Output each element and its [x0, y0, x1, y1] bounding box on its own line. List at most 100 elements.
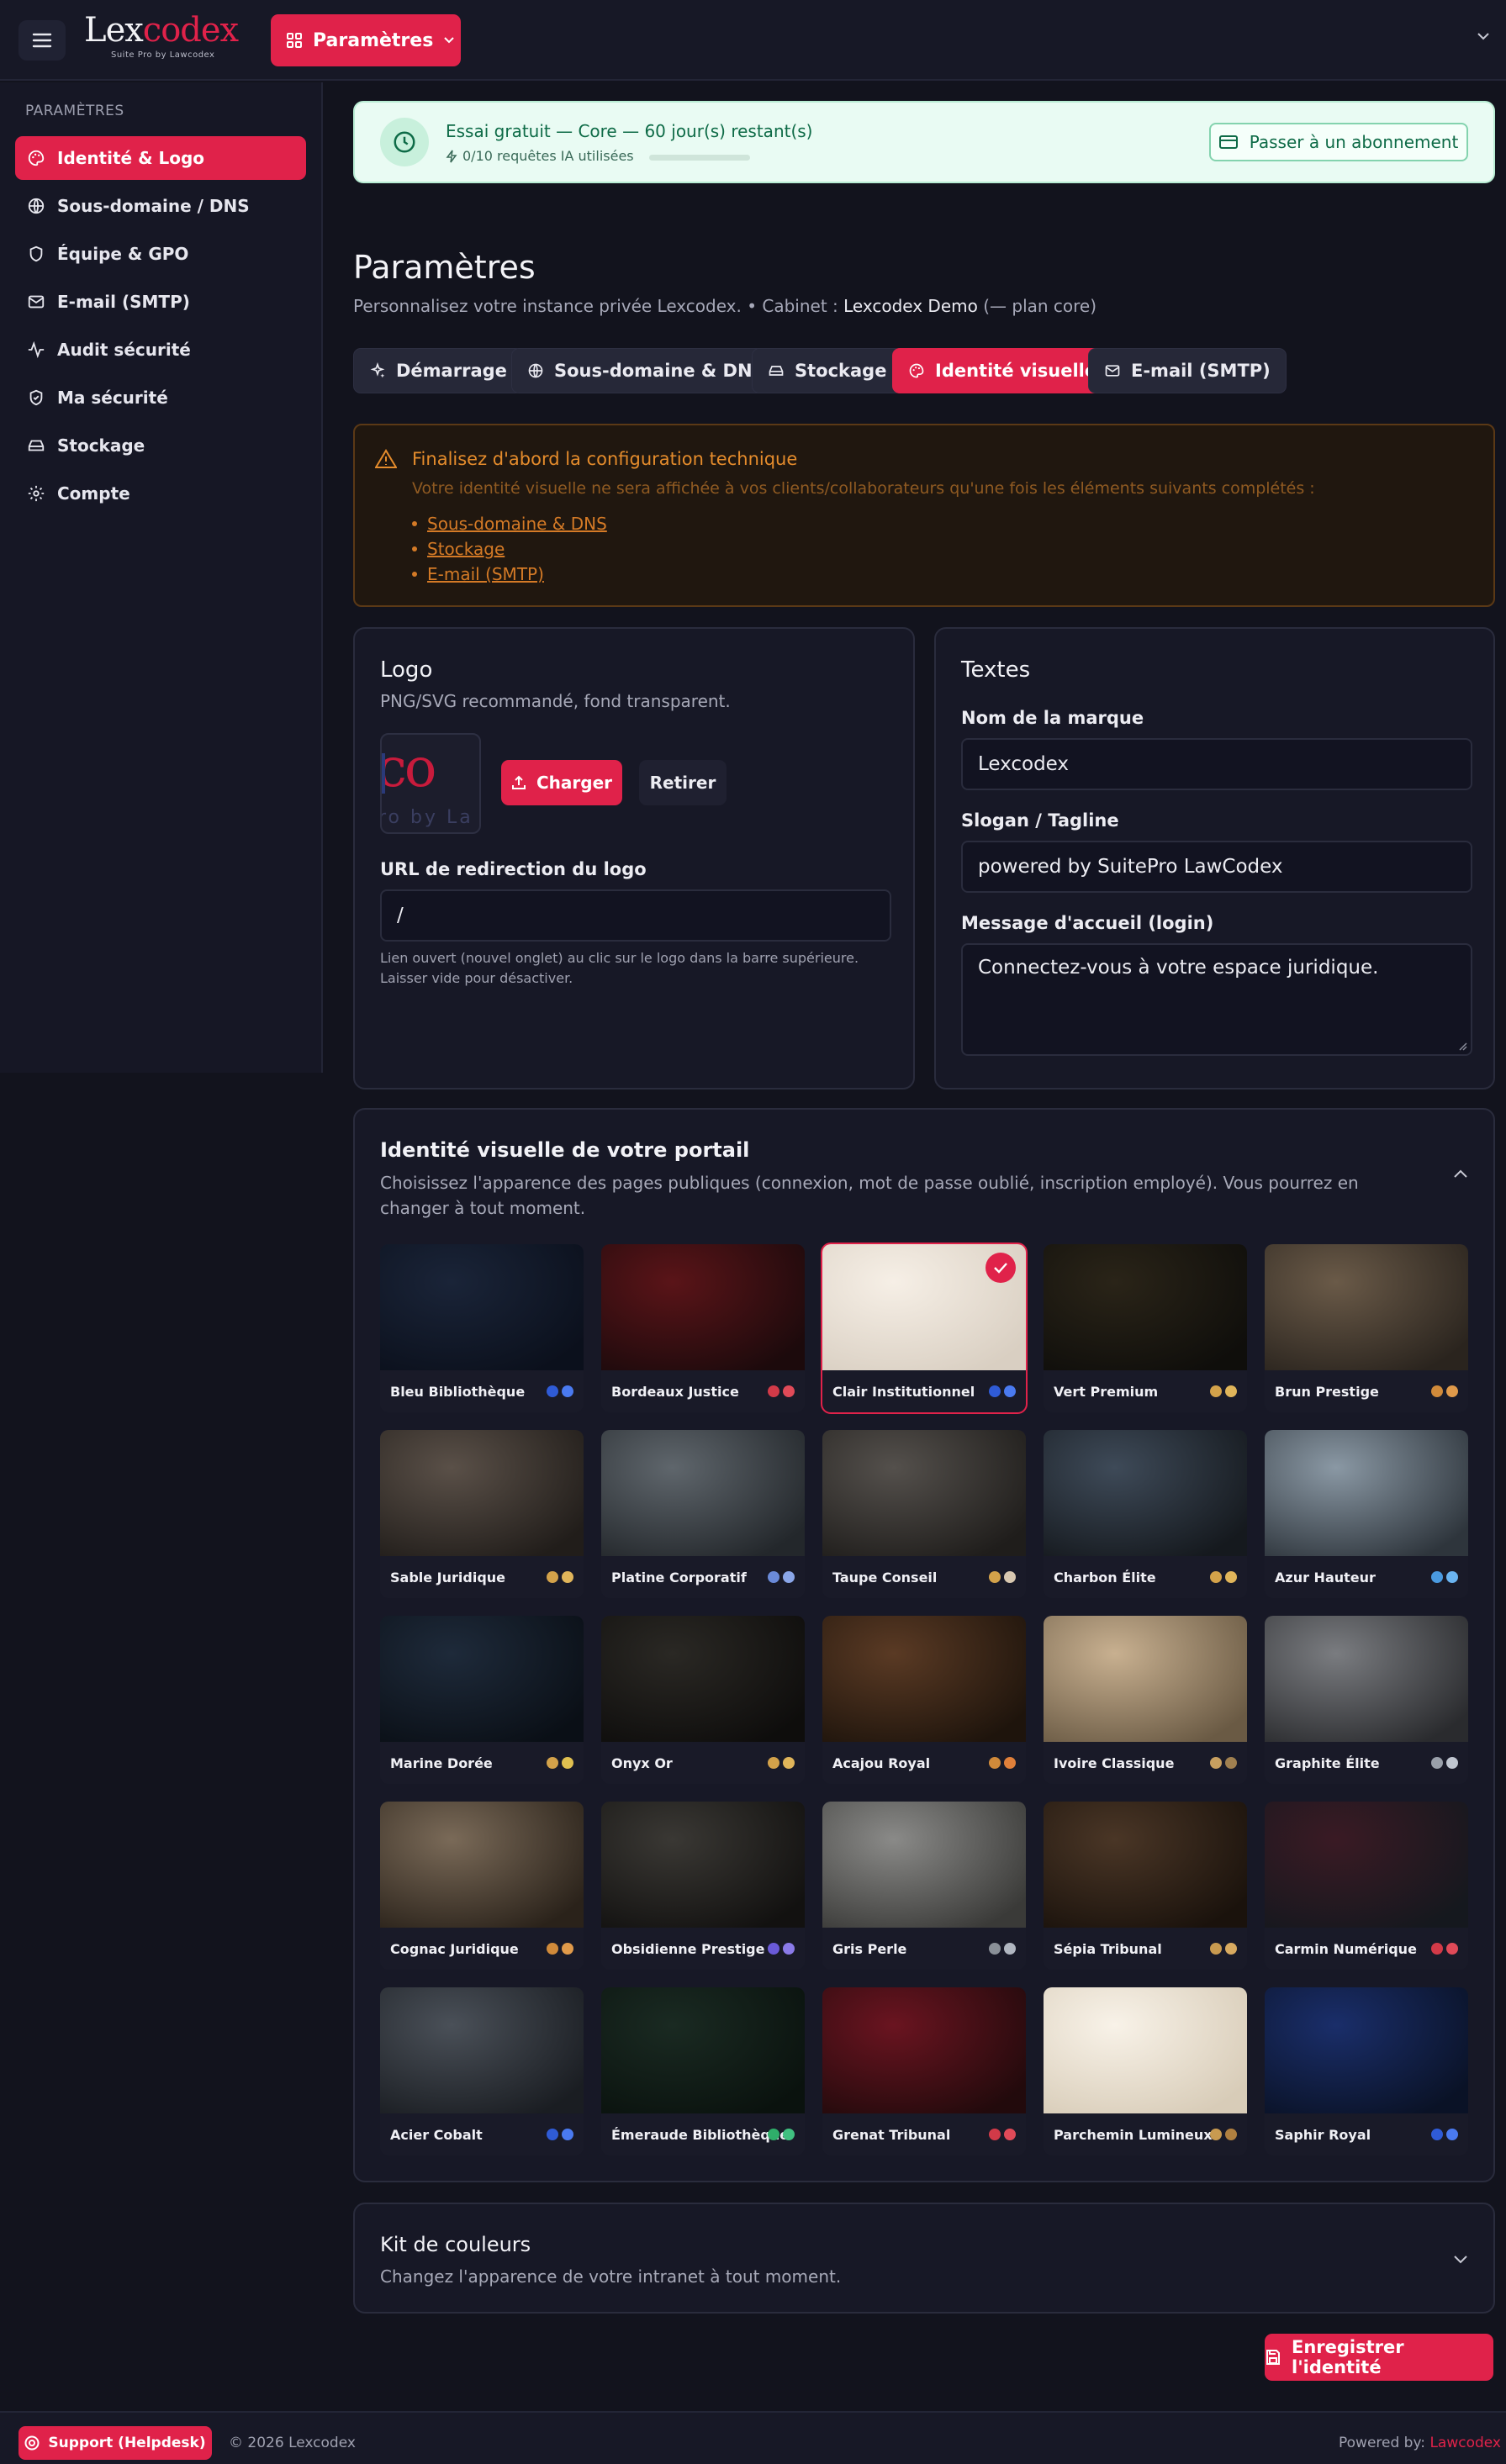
theme-card[interactable]: Gris Perle	[822, 1802, 1026, 1970]
sidebar-item-my-security[interactable]: Ma sécurité	[15, 376, 306, 419]
theme-name: Acajou Royal	[832, 1755, 931, 1771]
settings-menu-button[interactable]: Paramètres	[271, 14, 461, 66]
hard-drive-icon	[27, 436, 45, 455]
gear-icon	[27, 484, 45, 503]
tab-subdomain-dns[interactable]: Sous-domaine & DNS	[511, 348, 781, 393]
theme-card[interactable]: Charbon Élite	[1044, 1430, 1247, 1598]
brand-logo[interactable]: Lexcodex	[84, 12, 239, 49]
sidebar-title: PARAMÈTRES	[25, 103, 124, 119]
save-identity-button[interactable]: Enregistrer l'identité	[1265, 2334, 1493, 2381]
theme-color-dot	[562, 1385, 573, 1397]
theme-color-dot	[768, 1571, 779, 1583]
menu-button[interactable]	[18, 20, 66, 61]
trial-usage: 0/10 requêtes IA utilisées	[446, 148, 634, 164]
theme-card[interactable]: Brun Prestige	[1265, 1244, 1468, 1412]
theme-card[interactable]: Cognac Juridique	[380, 1802, 584, 1970]
theme-color-dots	[768, 1571, 795, 1583]
theme-color-dot	[989, 1571, 1001, 1583]
theme-color-dot	[1446, 1757, 1458, 1769]
theme-card[interactable]: Platine Corporatif	[601, 1430, 805, 1598]
theme-color-dots	[1431, 1385, 1458, 1397]
sidebar-item-security-audit[interactable]: Audit sécurité	[15, 328, 306, 372]
theme-color-dot	[1431, 2129, 1443, 2140]
theme-card[interactable]: Émeraude Bibliothèque	[601, 1987, 805, 2155]
theme-color-dot	[768, 2129, 779, 2140]
upload-button[interactable]: Charger	[501, 760, 622, 805]
welcome-message-textarea[interactable]: Connectez-vous à votre espace juridique.	[961, 943, 1472, 1056]
powered-by-link[interactable]: Lawcodex	[1429, 2435, 1501, 2451]
tab-storage[interactable]: Stockage	[752, 348, 903, 393]
sidebar-item-subdomain-dns[interactable]: Sous-domaine / DNS	[15, 184, 306, 228]
sidebar-item-account[interactable]: Compte	[15, 472, 306, 515]
warning-body: Votre identité visuelle ne sera affichée…	[412, 479, 1315, 498]
theme-preview-image	[1265, 1430, 1468, 1556]
theme-preview-image	[601, 1616, 805, 1742]
theme-card[interactable]: Onyx Or	[601, 1616, 805, 1784]
theme-color-dots	[768, 2129, 795, 2140]
theme-card[interactable]: Acier Cobalt	[380, 1987, 584, 2155]
support-button[interactable]: Support (Helpdesk)	[18, 2426, 212, 2460]
theme-card[interactable]: Saphir Royal	[1265, 1987, 1468, 2155]
sidebar-item-team-gpo[interactable]: Équipe & GPO	[15, 232, 306, 276]
theme-color-dot	[1225, 1571, 1237, 1583]
sidebar-item-email-smtp[interactable]: E-mail (SMTP)	[15, 280, 306, 324]
color-kit-subtitle: Changez l'apparence de votre intranet à …	[380, 2266, 842, 2287]
sidebar-item-storage[interactable]: Stockage	[15, 424, 306, 467]
user-menu[interactable]	[1154, 10, 1465, 71]
theme-color-dot	[1446, 1571, 1458, 1583]
brand-name-input[interactable]: Lexcodex	[961, 738, 1472, 790]
tab-email-smtp[interactable]: E-mail (SMTP)	[1088, 348, 1287, 393]
color-kit-card[interactable]: Kit de couleurs Changez l'apparence de v…	[353, 2203, 1495, 2314]
chevron-up-icon[interactable]	[1453, 1169, 1468, 1179]
check-icon	[986, 1253, 1016, 1283]
theme-card[interactable]: Vert Premium	[1044, 1244, 1247, 1412]
theme-card[interactable]: Graphite Élite	[1265, 1616, 1468, 1784]
resize-handle-icon[interactable]	[1457, 1041, 1467, 1051]
theme-color-dot	[783, 1943, 795, 1955]
theme-card[interactable]: Taupe Conseil	[822, 1430, 1026, 1598]
theme-name: Charbon Élite	[1054, 1570, 1156, 1586]
theme-name: Sable Juridique	[390, 1570, 506, 1586]
theme-card[interactable]: Grenat Tribunal	[822, 1987, 1026, 2155]
logo-url-label: URL de redirection du logo	[380, 859, 647, 879]
theme-color-dot	[1210, 2129, 1222, 2140]
theme-card[interactable]: Obsidienne Prestige	[601, 1802, 805, 1970]
mail-icon	[1104, 362, 1121, 379]
theme-color-dot	[1225, 1385, 1237, 1397]
theme-preview-image	[1265, 1987, 1468, 2113]
theme-card[interactable]: Parchemin Lumineux	[1044, 1987, 1247, 2155]
theme-card[interactable]: Carmin Numérique	[1265, 1802, 1468, 1970]
warning-link-dns[interactable]: Sous-domaine & DNS	[412, 511, 607, 536]
theme-card[interactable]: Bleu Bibliothèque	[380, 1244, 584, 1412]
theme-name: Carmin Numérique	[1275, 1941, 1417, 1957]
tab-demarrage[interactable]: Démarrage	[353, 348, 523, 393]
theme-card[interactable]: Marine Dorée	[380, 1616, 584, 1784]
theme-card[interactable]: Azur Hauteur	[1265, 1430, 1468, 1598]
theme-name: Brun Prestige	[1275, 1384, 1379, 1400]
globe-icon	[27, 197, 45, 215]
theme-color-dots	[1431, 1757, 1458, 1769]
theme-color-dot	[562, 1943, 573, 1955]
theme-preview-image	[822, 1987, 1026, 2113]
warning-link-storage[interactable]: Stockage	[412, 536, 607, 562]
theme-card[interactable]: Acajou Royal	[822, 1616, 1026, 1784]
logo-card-subtitle: PNG/SVG recommandé, fond transparent.	[380, 691, 731, 711]
upgrade-button[interactable]: Passer à un abonnement	[1209, 123, 1468, 161]
theme-card[interactable]: Ivoire Classique	[1044, 1616, 1247, 1784]
warning-link-smtp[interactable]: E-mail (SMTP)	[412, 562, 607, 587]
sidebar-item-identity-logo[interactable]: Identité & Logo	[15, 136, 306, 180]
remove-logo-button[interactable]: Retirer	[639, 760, 727, 805]
tab-visual-identity[interactable]: Identité visuelle	[892, 348, 1113, 393]
theme-preview-image	[601, 1802, 805, 1928]
theme-card[interactable]: Bordeaux Justice	[601, 1244, 805, 1412]
logo-url-input[interactable]: /	[380, 889, 891, 942]
chevron-down-icon[interactable]	[1477, 32, 1490, 40]
theme-card[interactable]: Sable Juridique	[380, 1430, 584, 1598]
theme-card[interactable]: Sépia Tribunal	[1044, 1802, 1247, 1970]
logo-url-hint: Lien ouvert (nouvel onglet) au clic sur …	[380, 950, 859, 986]
theme-color-dot	[562, 2129, 573, 2140]
chevron-down-icon[interactable]	[1453, 2255, 1468, 2265]
slogan-input[interactable]: powered by SuitePro LawCodex	[961, 841, 1472, 893]
upgrade-label: Passer à un abonnement	[1249, 132, 1459, 152]
theme-card[interactable]: Clair Institutionnel	[821, 1243, 1028, 1414]
